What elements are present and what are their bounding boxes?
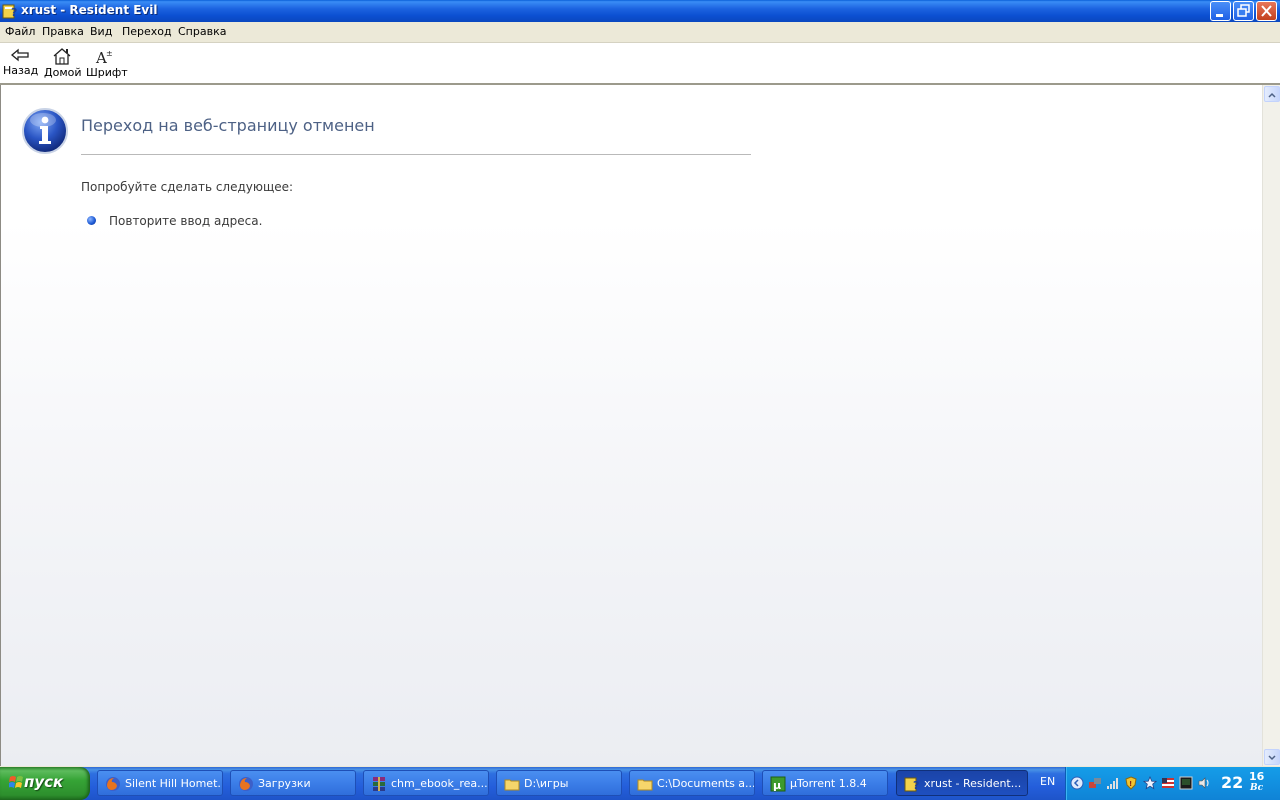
task-firefox-downloads[interactable]: Загрузки: [230, 770, 356, 796]
font-button[interactable]: A ± Шрифт: [86, 45, 128, 83]
menu-edit[interactable]: Правка: [42, 25, 84, 38]
minimize-icon: [1216, 14, 1223, 17]
home-button[interactable]: Домой: [44, 45, 82, 83]
vertical-scrollbar[interactable]: [1262, 85, 1280, 766]
start-label: пуск: [24, 773, 64, 791]
scroll-up-button[interactable]: [1264, 86, 1280, 102]
toolbar: Назад Домой A ± Шрифт: [0, 43, 1280, 85]
suggestion-item: Повторите ввод адреса.: [109, 214, 263, 228]
task-label: Silent Hill Homet...: [125, 777, 223, 790]
star-icon[interactable]: [1143, 776, 1157, 790]
task-folder-documents[interactable]: C:\Documents a...: [629, 770, 755, 796]
page-content: Переход на веб-страницу отменен Попробуй…: [0, 85, 1262, 766]
menu-help[interactable]: Справка: [178, 25, 226, 38]
task-firefox-silent-hill[interactable]: Silent Hill Homet...: [97, 770, 223, 796]
volume-icon[interactable]: [1197, 776, 1211, 790]
font-label: Шрифт: [86, 66, 128, 79]
task-folder-games[interactable]: D:\игры: [496, 770, 622, 796]
task-label: Загрузки: [258, 777, 311, 790]
system-tray: !: [1065, 767, 1280, 800]
firefox-icon: [239, 777, 253, 791]
task-label: xrust - Resident...: [924, 777, 1022, 790]
close-button[interactable]: [1256, 1, 1277, 21]
bullet-icon: [87, 216, 96, 225]
page-title: Переход на веб-страницу отменен: [81, 116, 375, 135]
suggestion-intro: Попробуйте сделать следующее:: [81, 180, 294, 194]
chm-help-icon: ?: [2, 4, 17, 19]
back-button[interactable]: Назад: [3, 45, 39, 83]
flag-icon[interactable]: [1161, 776, 1175, 790]
language-indicator[interactable]: EN: [1040, 775, 1055, 788]
window-title: xrust - Resident Evil: [21, 3, 158, 17]
folder-icon: [504, 779, 520, 791]
svg-text:±: ±: [106, 49, 113, 58]
restore-button[interactable]: [1233, 1, 1254, 21]
signal-bars-icon[interactable]: [1106, 776, 1120, 790]
clock-hours[interactable]: 22: [1221, 773, 1243, 792]
windows-logo-icon: [9, 776, 23, 788]
menu-file[interactable]: Файл: [5, 25, 35, 38]
close-icon: [1261, 5, 1272, 17]
task-winrar[interactable]: chm_ebook_rea...: [363, 770, 489, 796]
info-icon: [22, 108, 68, 154]
home-label: Домой: [44, 66, 82, 79]
show-hidden-icons-icon[interactable]: [1070, 776, 1084, 790]
firefox-icon: [106, 777, 120, 791]
folder-icon: [637, 779, 653, 791]
back-arrow-icon: [10, 48, 29, 62]
divider: [81, 154, 751, 155]
winrar-icon: [373, 777, 385, 791]
task-utorrent[interactable]: µ µTorrent 1.8.4: [762, 770, 888, 796]
task-label: D:\игры: [524, 777, 569, 790]
restore-icon: [1237, 4, 1250, 17]
start-button[interactable]: пуск: [0, 767, 90, 800]
svg-text:?: ?: [11, 6, 17, 19]
clock-minutes: 16: [1249, 770, 1265, 783]
network-icon[interactable]: [1088, 776, 1102, 790]
svg-text:?: ?: [913, 779, 919, 792]
clock-day: Вс: [1250, 783, 1264, 793]
svg-text:µ: µ: [773, 779, 781, 792]
scroll-down-icon: [1268, 755, 1276, 761]
security-shield-icon[interactable]: !: [1124, 776, 1138, 790]
utorrent-icon: µ: [770, 776, 786, 792]
menu-go[interactable]: Переход: [122, 25, 172, 38]
font-size-icon: A ±: [95, 49, 113, 65]
back-label: Назад: [3, 64, 39, 77]
minimize-button[interactable]: [1210, 1, 1231, 21]
menu-bar: Файл Правка Вид Переход Справка: [0, 22, 1280, 43]
scroll-down-button[interactable]: [1264, 749, 1280, 765]
task-chm-viewer[interactable]: ? xrust - Resident...: [896, 770, 1028, 796]
title-bar[interactable]: ? xrust - Resident Evil: [0, 0, 1280, 22]
home-icon: [53, 48, 71, 65]
monitor-icon[interactable]: [1179, 776, 1193, 790]
scroll-up-icon: [1268, 92, 1276, 98]
svg-text:!: !: [1129, 780, 1132, 788]
chm-help-icon: ?: [904, 777, 919, 792]
taskbar: пуск Silent Hill Homet... Загрузки chm_e…: [0, 767, 1280, 800]
task-label: µTorrent 1.8.4: [790, 777, 867, 790]
task-label: chm_ebook_rea...: [391, 777, 488, 790]
menu-view[interactable]: Вид: [90, 25, 112, 38]
task-label: C:\Documents a...: [657, 777, 755, 790]
